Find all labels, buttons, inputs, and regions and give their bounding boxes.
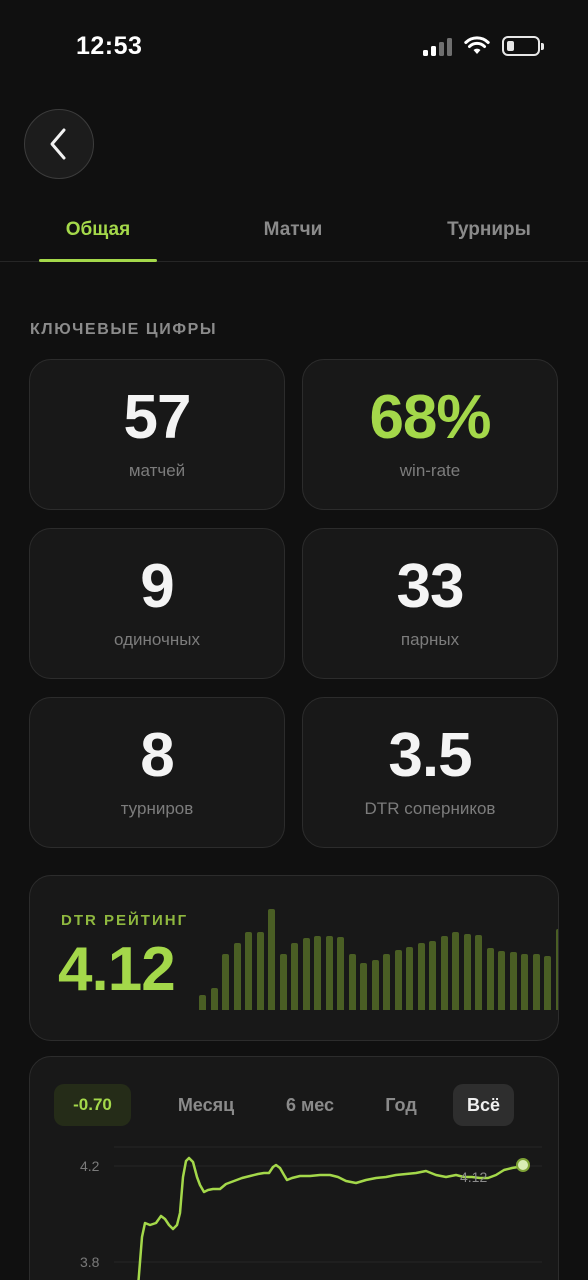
chevron-left-icon [50, 128, 66, 160]
status-time: 12:53 [76, 32, 143, 60]
dtr-history-bar [302, 938, 310, 1010]
dtr-history-bar [452, 932, 459, 1010]
tab-general[interactable]: Общая [39, 219, 157, 241]
dtr-history-bar [509, 952, 517, 1010]
dtr-history-bar [245, 932, 252, 1010]
wifi-icon [464, 36, 490, 54]
dtr-history-bars [199, 898, 558, 1010]
stat-card-opponents-dtr: 3.5 DTR соперников [302, 697, 558, 848]
rating-graph-card: -0.70 Месяц 6 мес Год Всё 4.2 3.8 4.12 [29, 1056, 559, 1280]
dtr-history-bar [532, 954, 540, 1010]
dtr-history-bar [325, 936, 333, 1010]
dtr-history-bar [406, 947, 413, 1010]
dtr-history-bar [291, 943, 298, 1010]
dtr-rating-title: DTR РЕЙТИНГ [61, 912, 189, 929]
stat-value: 8 [140, 721, 174, 790]
dtr-history-bar [256, 932, 264, 1010]
stat-card-matches: 57 матчей [29, 359, 285, 510]
dtr-history-bar [486, 948, 494, 1010]
dtr-history-bar [348, 954, 356, 1010]
status-bar: 12:53 [0, 0, 588, 95]
dtr-rating-value: 4.12 [58, 935, 176, 1004]
stat-card-singles: 9 одиночных [29, 528, 285, 679]
current-value-marker [516, 1158, 530, 1172]
dtr-history-bar [521, 954, 528, 1010]
cellular-signal-icon [423, 36, 452, 56]
dtr-history-bar [394, 950, 402, 1010]
stat-value: 33 [396, 552, 465, 621]
dtr-history-bar [475, 935, 482, 1010]
dtr-history-bar [383, 954, 390, 1010]
stat-label: DTR соперников [364, 799, 496, 818]
dtr-history-bar [279, 954, 287, 1010]
stat-value: 9 [140, 552, 174, 621]
dtr-history-bar [544, 956, 551, 1010]
stat-label: парных [400, 630, 460, 649]
tab-matches[interactable]: Матчи [234, 219, 352, 241]
stat-value: 68% [369, 383, 491, 452]
dtr-history-bar [463, 934, 471, 1010]
dtr-history-bar [440, 936, 448, 1010]
active-tab-indicator [39, 259, 157, 262]
stat-value: 57 [123, 383, 192, 452]
back-button[interactable] [24, 109, 94, 179]
current-value-label: 4.12 [460, 1169, 488, 1185]
stat-label: турниров [120, 799, 194, 818]
stat-label: матчей [128, 461, 186, 480]
dtr-rating-card: DTR РЕЙТИНГ 4.12 [29, 875, 559, 1041]
stat-card-doubles: 33 парных [302, 528, 558, 679]
tab-tournaments[interactable]: Турниры [430, 219, 548, 241]
dtr-history-bar [360, 963, 367, 1010]
stat-card-win-rate: 68% win-rate [302, 359, 558, 510]
dtr-history-bar [314, 936, 321, 1010]
dtr-history-bar [199, 995, 206, 1010]
dtr-history-bar [222, 954, 229, 1010]
dtr-history-bar [210, 988, 218, 1010]
dtr-history-bar [555, 929, 558, 1010]
stat-value: 3.5 [388, 721, 472, 790]
dtr-history-bar [498, 951, 505, 1010]
stat-label: одиночных [114, 630, 200, 649]
tab-bar: Общая Матчи Турниры [0, 205, 588, 262]
status-icons [423, 36, 544, 56]
dtr-history-bar [233, 943, 241, 1010]
stat-label: win-rate [399, 461, 461, 480]
dtr-history-bar [371, 960, 379, 1010]
key-figures-heading: КЛЮЧЕВЫЕ ЦИФРЫ [30, 321, 218, 338]
dtr-history-bar [429, 941, 436, 1010]
dtr-history-bar [417, 943, 425, 1010]
battery-icon [502, 36, 544, 56]
stat-card-tournaments: 8 турниров [29, 697, 285, 848]
dtr-history-bar [268, 909, 275, 1010]
dtr-history-bar [337, 937, 344, 1010]
